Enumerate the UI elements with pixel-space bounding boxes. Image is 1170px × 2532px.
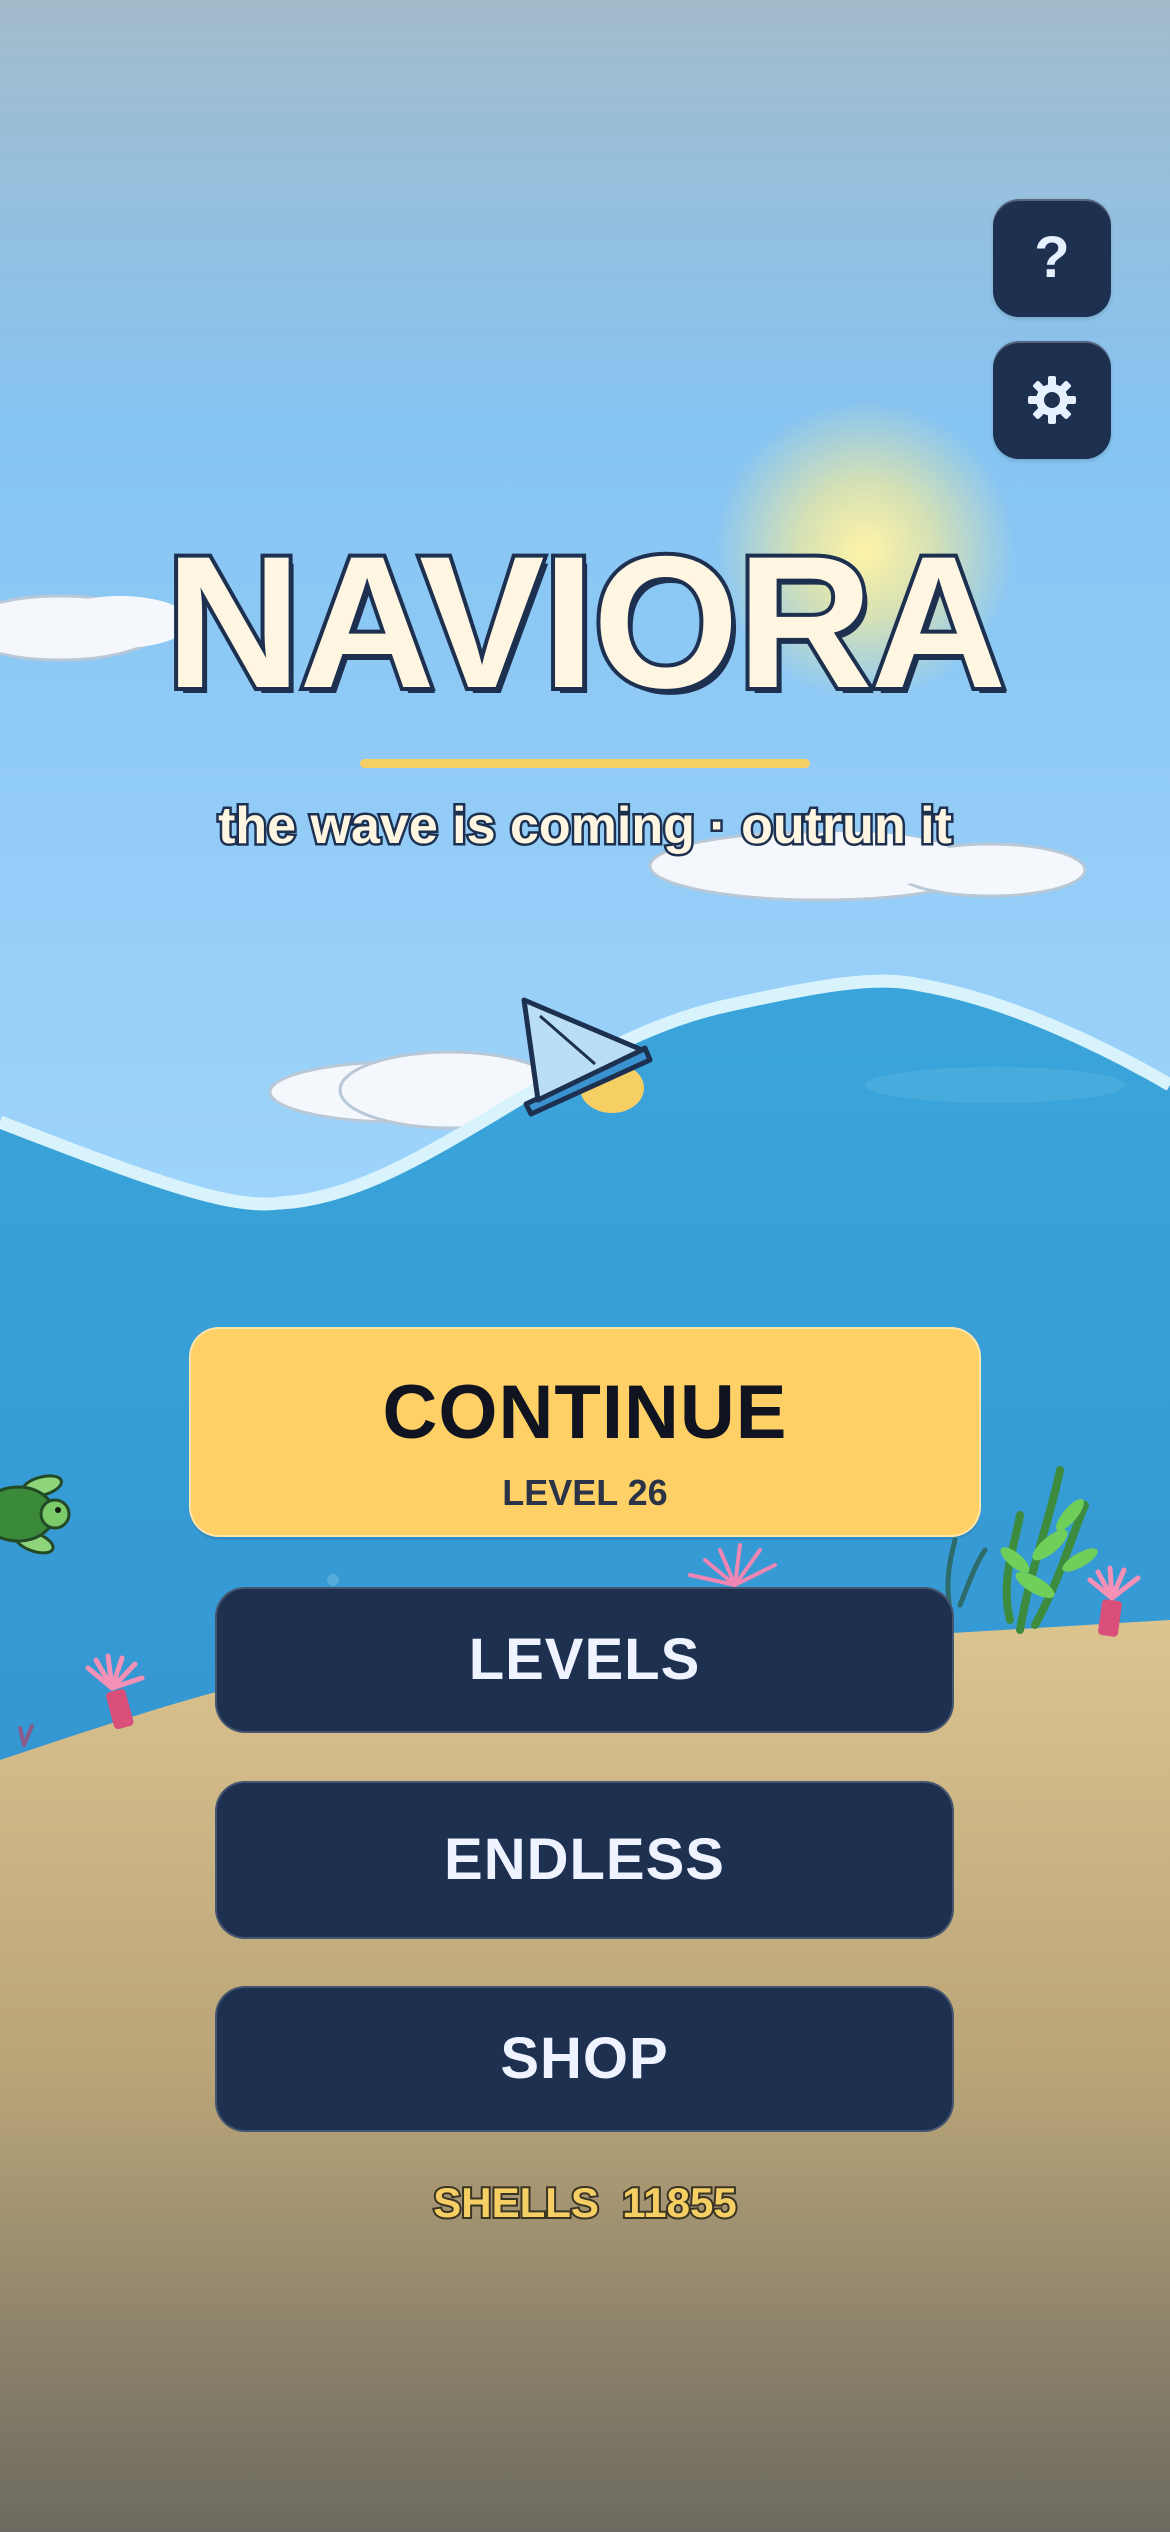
- tagline: the wave is coming · outrun it: [216, 797, 955, 855]
- gear-icon: [1028, 376, 1076, 424]
- continue-label: CONTINUE: [382, 1370, 788, 1455]
- question-icon: ?: [1034, 225, 1070, 290]
- cloud-reflection: [865, 1067, 1125, 1103]
- help-button[interactable]: ?: [993, 199, 1111, 317]
- shop-button[interactable]: SHOP: [215, 1986, 954, 2132]
- levels-button[interactable]: LEVELS: [215, 1587, 954, 1733]
- settings-button[interactable]: [993, 341, 1111, 459]
- game-title: NAVIORA: [162, 517, 1011, 727]
- shells-counter: SHELLS 11855: [431, 2179, 739, 2226]
- continue-level-label: LEVEL 26: [502, 1472, 668, 1513]
- title-underline: [360, 759, 810, 768]
- continue-button[interactable]: CONTINUE LEVEL 26: [189, 1327, 981, 1537]
- bubble: [327, 1574, 339, 1586]
- endless-button[interactable]: ENDLESS: [215, 1781, 954, 1939]
